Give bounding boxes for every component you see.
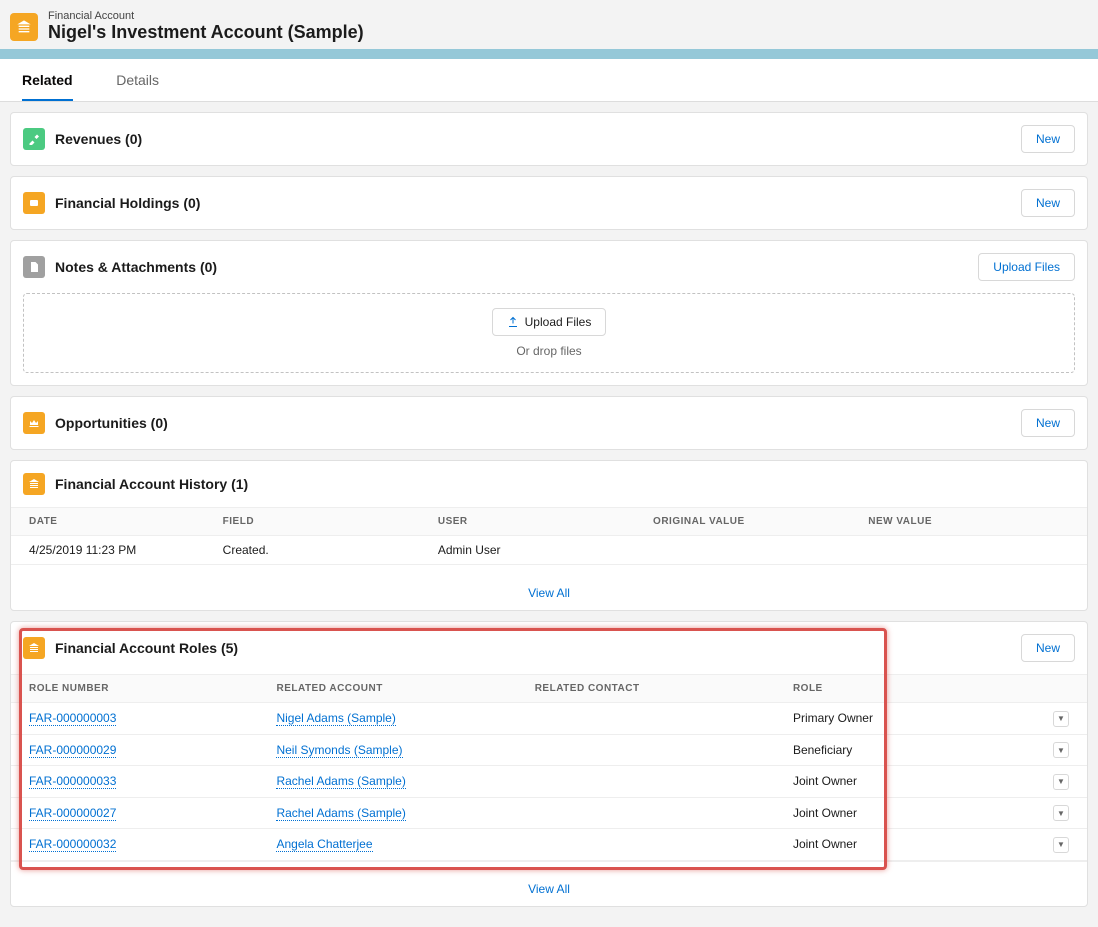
related-account-link[interactable]: Nigel Adams (Sample) [276,711,395,726]
history-user: Admin User [420,536,635,565]
attachment-icon [23,256,45,278]
card-history: Financial Account History (1) Date Field… [10,460,1088,611]
roles-th-num: Role Number [11,675,258,703]
row-menu-button[interactable]: ▼ [1053,774,1069,790]
card-opportunities: Opportunities (0) New [10,396,1088,450]
tab-details[interactable]: Details [116,59,159,101]
table-row: 4/25/2019 11:23 PM Created. Admin User [11,536,1087,565]
row-menu-button[interactable]: ▼ [1053,805,1069,821]
related-account-link[interactable]: Angela Chatterjee [276,837,372,852]
table-row: FAR-000000027 Rachel Adams (Sample) Joint … [11,797,1087,829]
page-header: Financial Account Nigel's Investment Acc… [0,0,1098,49]
roles-th-role: Role [775,675,1035,703]
history-th-field: Field [205,508,420,536]
account-icon [10,13,38,41]
card-roles: Financial Account Roles (5) New Role Num… [10,621,1088,907]
history-th-orig: Original Value [635,508,850,536]
related-contact [517,797,775,829]
row-menu-button[interactable]: ▼ [1053,837,1069,853]
role-number-link[interactable]: FAR-000000027 [29,806,116,821]
card-notes: Notes & Attachments (0) Upload Files Upl… [10,240,1088,386]
related-contact [517,829,775,861]
roles-table: Role Number Related Account Related Cont… [11,674,1087,861]
upload-label: Upload Files [525,315,592,329]
related-contact [517,766,775,798]
dropzone[interactable]: Upload Files Or drop files [23,293,1075,373]
related-account-link[interactable]: Neil Symonds (Sample) [276,743,402,758]
upload-files-button-center[interactable]: Upload Files [492,308,607,336]
card-title-holdings: Financial Holdings (0) [55,195,1021,211]
history-date: 4/25/2019 11:23 PM [11,536,205,565]
upload-icon [507,316,519,328]
roles-th-contact: Related Contact [517,675,775,703]
history-th-user: User [420,508,635,536]
role-number-link[interactable]: FAR-000000003 [29,711,116,726]
new-role-button[interactable]: New [1021,634,1075,662]
new-holding-button[interactable]: New [1021,189,1075,217]
roles-icon [23,637,45,659]
history-view-all[interactable]: View All [528,586,570,600]
history-th-newv: New Value [850,508,1087,536]
roles-th-acct: Related Account [258,675,516,703]
role-value: Joint Owner [775,766,1035,798]
role-number-link[interactable]: FAR-000000033 [29,774,116,789]
wrench-icon [23,128,45,150]
role-number-link[interactable]: FAR-000000032 [29,837,116,852]
card-title-notes: Notes & Attachments (0) [55,259,978,275]
history-table: Date Field User Original Value New Value… [11,507,1087,575]
header-kicker: Financial Account [48,10,364,22]
related-contact [517,703,775,735]
roles-view-all[interactable]: View All [528,882,570,896]
history-field: Created. [205,536,420,565]
holdings-icon [23,192,45,214]
role-value: Joint Owner [775,797,1035,829]
tab-bar: Related Details [0,59,1098,102]
history-newv [850,536,1087,565]
row-menu-button[interactable]: ▼ [1053,711,1069,727]
history-icon [23,473,45,495]
card-title-revenues: Revenues (0) [55,131,1021,147]
card-title-roles: Financial Account Roles (5) [55,640,1021,656]
card-revenues: Revenues (0) New [10,112,1088,166]
table-row: FAR-000000033 Rachel Adams (Sample) Joint … [11,766,1087,798]
table-row: FAR-000000032 Angela Chatterjee Joint Owne… [11,829,1087,861]
tab-related[interactable]: Related [22,59,73,101]
decorative-band [0,49,1098,59]
related-contact [517,734,775,766]
card-title-opportunities: Opportunities (0) [55,415,1021,431]
page-title: Nigel's Investment Account (Sample) [48,22,364,43]
new-revenue-button[interactable]: New [1021,125,1075,153]
drop-hint: Or drop files [24,344,1074,358]
role-number-link[interactable]: FAR-000000029 [29,743,116,758]
role-value: Joint Owner [775,829,1035,861]
crown-icon [23,412,45,434]
new-opportunity-button[interactable]: New [1021,409,1075,437]
related-account-link[interactable]: Rachel Adams (Sample) [276,806,405,821]
table-row: FAR-000000029 Neil Symonds (Sample) Benefi… [11,734,1087,766]
related-account-link[interactable]: Rachel Adams (Sample) [276,774,405,789]
card-title-history: Financial Account History (1) [55,476,1075,492]
role-value: Beneficiary [775,734,1035,766]
history-orig [635,536,850,565]
table-row: FAR-000000003 Nigel Adams (Sample) Primary… [11,703,1087,735]
upload-files-button-top[interactable]: Upload Files [978,253,1075,281]
role-value: Primary Owner [775,703,1035,735]
card-holdings: Financial Holdings (0) New [10,176,1088,230]
row-menu-button[interactable]: ▼ [1053,742,1069,758]
history-th-date: Date [11,508,205,536]
